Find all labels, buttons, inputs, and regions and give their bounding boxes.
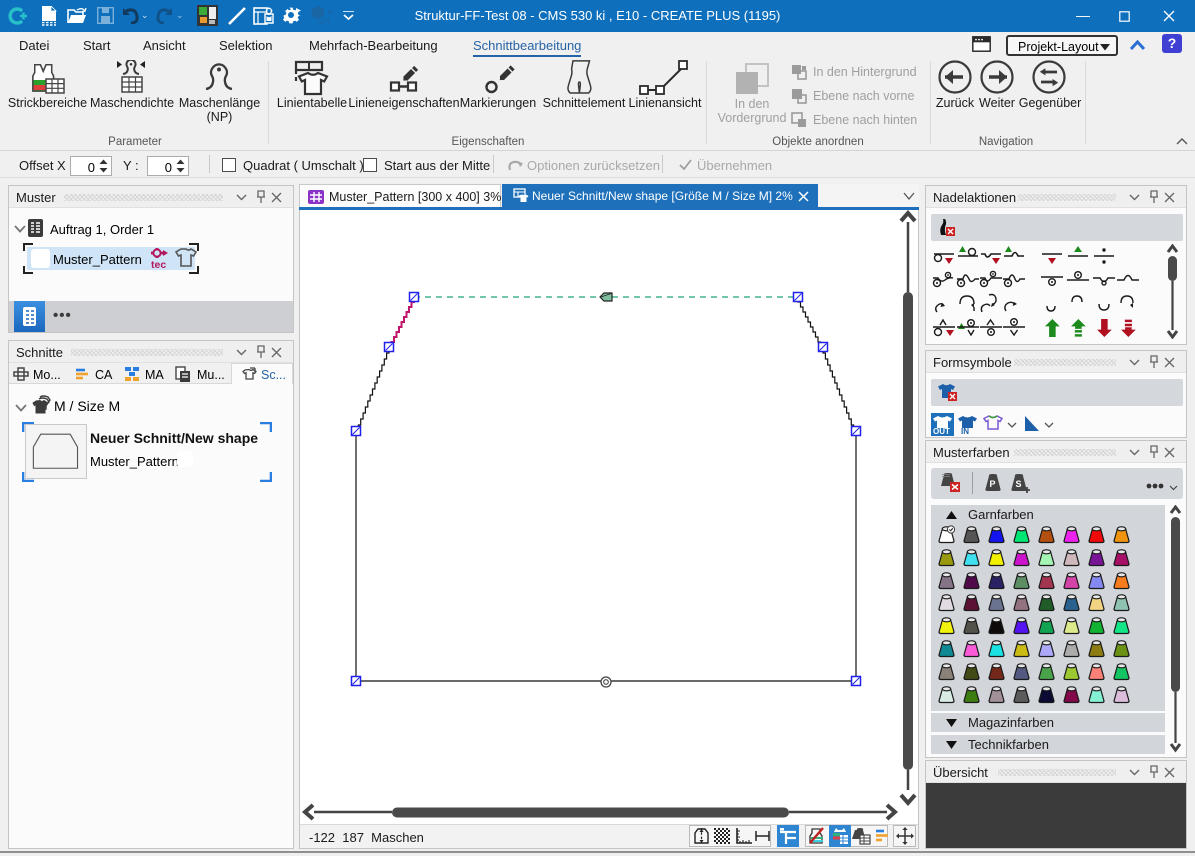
svg-text:sin: sin [318, 16, 330, 26]
svg-text:tec: tec [151, 259, 166, 269]
